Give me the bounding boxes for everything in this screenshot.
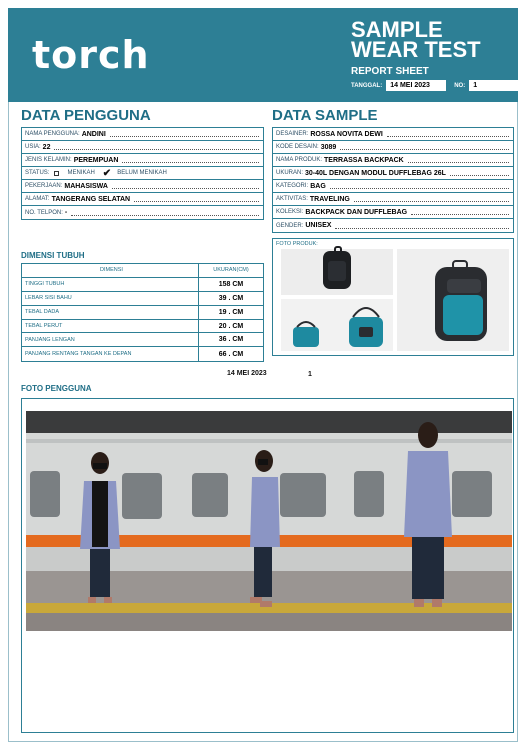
field-label: KODE DESAIN: [276, 144, 319, 150]
no-value: 1 [469, 80, 523, 91]
table-header: DIMENSI UKURAN(CM) [22, 264, 263, 278]
header-banner: torch SAMPLE WEAR TEST REPORT SHEET TANG… [8, 8, 523, 102]
checkmark-icon[interactable]: ✔ [103, 168, 111, 179]
field-kategori: KATEGORI: BAG [273, 180, 513, 193]
table-row: PANJANG RENTANG TANGAN KE DEPAN 66 . CM [22, 347, 263, 362]
field-alamat: ALAMAT: TANGERANG SELATAN [22, 193, 263, 206]
field-label: GENDER: [276, 222, 304, 229]
foto-produk-box: FOTO PRODUK: [272, 238, 514, 356]
dimensi-label: PANJANG RENTANG TANGAN KE DEPAN [22, 347, 199, 362]
field-label: PEKERJAAN: [25, 183, 63, 189]
dimensi-label: TEBAL DADA [22, 305, 199, 319]
dimensi-value: 36 . CM [218, 336, 244, 344]
col-dimensi-header: DIMENSI [22, 264, 199, 277]
data-sample-title: DATA SAMPLE [272, 107, 378, 124]
report-title: SAMPLE WEAR TEST [351, 19, 511, 62]
dimensi-value: 20 . CM [218, 322, 244, 330]
field-value: PEREMPUAN [73, 156, 119, 164]
foto-pengguna-frame [21, 398, 514, 733]
backpack-teal-photo [435, 260, 487, 341]
field-pekerjaan: PEKERJAAN: MAHASISWA [22, 180, 263, 193]
dimensi-tubuh-title: DIMENSI TUBUH [21, 251, 85, 260]
table-row: TEBAL PERUT 20 . CM [22, 319, 263, 334]
foto-pengguna-title: FOTO PENGGUNA [21, 384, 92, 393]
option-belum-menikah-label: BELUM MENIKAH [117, 170, 167, 176]
no-label: NO: [454, 82, 466, 89]
field-value: TRAVELING [309, 195, 350, 203]
field-telpon: NO. TELPON: - [22, 206, 263, 219]
dimensi-label: LEBAR SISI BAHU [22, 291, 199, 305]
field-label: UKURAN: [276, 170, 304, 176]
field-jenis-kelamin: JENIS KELAMIN: PEREMPUAN [22, 154, 263, 167]
field-label: STATUS: [25, 170, 50, 176]
field-value: ANDINI [81, 130, 106, 138]
field-label: AKTIVITAS: [276, 196, 308, 202]
field-aktivitas: AKTIVITAS: TRAVELING [273, 193, 513, 206]
field-label: DESAINER: [276, 131, 309, 137]
field-kode-desain: KODE DESAIN: 3089 [273, 141, 513, 154]
backpack-black-photo [323, 246, 351, 289]
field-label: NO. TELPON: [25, 209, 63, 216]
field-label: KOLEKSI: [276, 209, 304, 215]
title-line-2: WEAR TEST [351, 37, 481, 62]
field-koleksi: KOLEKSI: BACKPACK DAN DUFFLEBAG [273, 206, 513, 219]
field-value: TERRASSA BACKPACK [324, 156, 404, 164]
dimensi-value: 158 CM [218, 280, 244, 288]
field-ukuran: UKURAN: 30-40L DENGAN MODUL DUFFLEBAG 26L [273, 167, 513, 180]
field-value: UNISEX [305, 222, 332, 229]
dimensi-table: DIMENSI UKURAN(CM) TINGGI TUBUH 158 CM LE… [21, 263, 264, 363]
field-value: BACKPACK DAN DUFFLEBAG [305, 208, 408, 216]
data-sample-box: DESAINER: ROSSA NOVITA DEWI KODE DESAIN: 3… [272, 127, 514, 233]
table-row: TINGGI TUBUH 158 CM [22, 277, 263, 292]
footer-date: 14 MEI 2023 [227, 370, 267, 377]
field-usia: USIA: 22 [22, 141, 263, 154]
field-label: JENIS KELAMIN: [25, 157, 72, 163]
date-label: TANGGAL: [351, 82, 383, 89]
report-subtitle: REPORT SHEET [351, 66, 429, 77]
field-value: MAHASISWA [64, 182, 108, 190]
field-value: 22 [42, 143, 51, 151]
field-label: KATEGORI: [276, 183, 309, 189]
field-value: ROSSA NOVITA DEWI [310, 130, 383, 138]
dimensi-value: 39 . CM [218, 294, 244, 302]
field-nama-produk: NAMA PRODUK: TERRASSA BACKPACK [273, 154, 513, 167]
field-status: STATUS: MENIKAH ✔ BELUM MENIKAH [22, 167, 263, 180]
dimensi-value: 19 . CM [218, 308, 244, 316]
date-value: 14 MEI 2023 [386, 80, 447, 91]
col-ukuran-header: UKURAN(CM) [213, 267, 249, 274]
field-value: 3089 [320, 143, 337, 151]
field-value: - [64, 209, 68, 216]
data-pengguna-box: NAMA PENGGUNA: ANDINI USIA: 22 JENIS KELAM… [21, 127, 264, 220]
field-value: TANGERANG SELATAN [51, 195, 131, 203]
header-date-row: TANGGAL: 14 MEI 2023 NO: 1 [351, 80, 523, 91]
dimensi-label: TEBAL PERUT [22, 319, 199, 333]
field-label: ALAMAT: [25, 196, 50, 202]
data-pengguna-title: DATA PENGGUNA [21, 107, 151, 124]
user-photos [26, 411, 512, 631]
option-menikah-label: MENIKAH [67, 170, 95, 176]
table-row: PANJANG LENGAN 36 . CM [22, 333, 263, 348]
brand-logo: torch [32, 33, 150, 77]
dimensi-label: PANJANG LENGAN [22, 333, 199, 347]
product-photos [281, 246, 509, 351]
checkbox-menikah[interactable] [54, 170, 60, 176]
user-photo-side [188, 411, 350, 631]
user-photo-front [26, 411, 188, 631]
table-row: TEBAL DADA 19 . CM [22, 305, 263, 320]
table-row: LEBAR SISI BAHU 39 . CM [22, 291, 263, 306]
dimensi-label: TINGGI TUBUH [22, 277, 199, 291]
field-nama: NAMA PENGGUNA: ANDINI [22, 128, 263, 141]
dimensi-value: 66 . CM [218, 350, 244, 358]
footer-no: 1 [308, 371, 312, 378]
field-label: USIA: [25, 144, 41, 150]
field-desainer: DESAINER: ROSSA NOVITA DEWI [273, 128, 513, 141]
field-label: NAMA PRODUK: [276, 157, 323, 163]
field-gender: GENDER: UNISEX [273, 219, 513, 232]
field-value: 30-40L DENGAN MODUL DUFFLEBAG 26L [305, 169, 446, 177]
field-value: BAG [310, 182, 326, 190]
user-photo-back [350, 411, 512, 631]
field-label: NAMA PENGGUNA: [25, 131, 80, 137]
